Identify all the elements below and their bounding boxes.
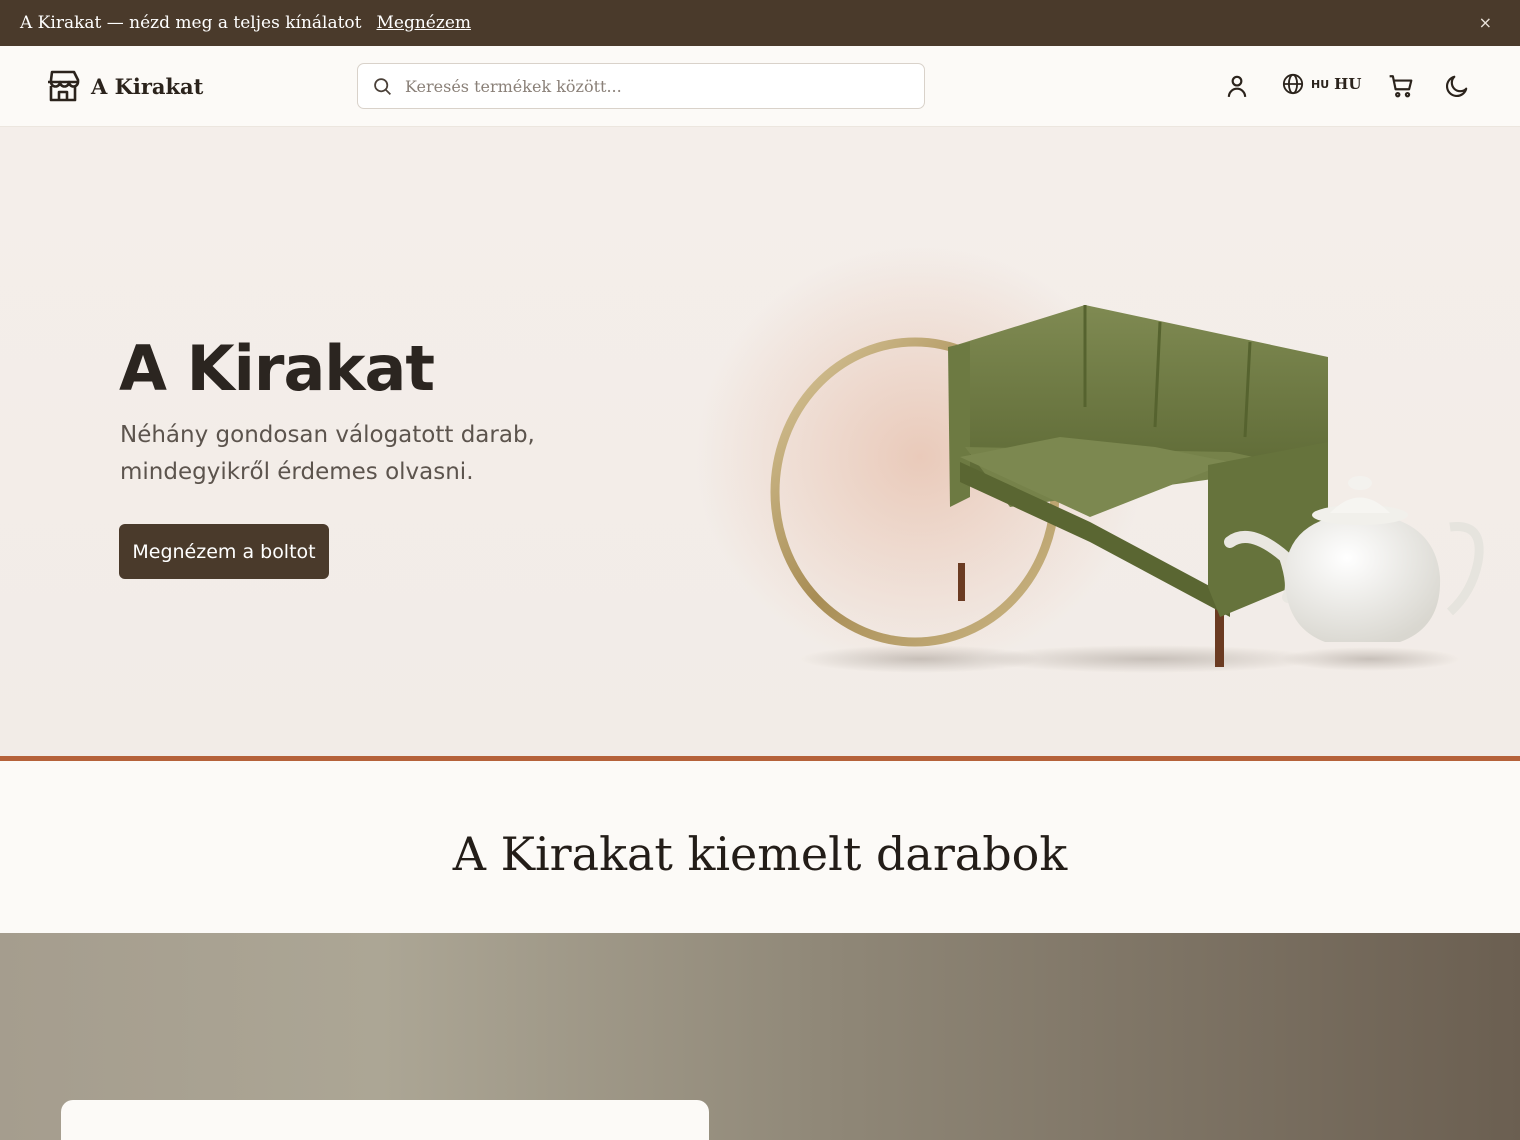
- site-header: A Kirakat HU HU: [0, 46, 1520, 127]
- language-selector[interactable]: HU HU: [1282, 73, 1361, 95]
- user-icon[interactable]: [1224, 73, 1250, 99]
- hero-divider: [0, 756, 1520, 761]
- featured-card[interactable]: [61, 1100, 709, 1140]
- hero-section: A Kirakat Néhány gondosan válogatott dar…: [0, 127, 1520, 756]
- search-icon: [374, 77, 391, 95]
- hero-subtitle: Néhány gondosan válogatott darab, mindeg…: [120, 422, 535, 485]
- announcement-message: A Kirakat — nézd meg a teljes kínálatot: [20, 13, 362, 33]
- moon-icon[interactable]: [1444, 73, 1470, 99]
- announcement-link[interactable]: Megnézem: [377, 13, 472, 33]
- search-input[interactable]: [405, 76, 905, 96]
- brand-logo[interactable]: A Kirakat: [45, 68, 203, 104]
- shop-button[interactable]: Megnézem a boltot: [119, 524, 329, 579]
- language-code: HU: [1334, 75, 1362, 93]
- language-code-small: HU: [1311, 77, 1330, 91]
- hero-title: A Kirakat: [119, 332, 435, 405]
- search-box[interactable]: [357, 63, 925, 109]
- globe-icon: [1282, 73, 1304, 95]
- close-icon[interactable]: ×: [1479, 13, 1492, 32]
- hero-product-image: [770, 305, 1484, 673]
- store-icon: [48, 70, 80, 102]
- featured-title: A Kirakat kiemelt darabok: [452, 827, 1068, 881]
- brand-name: A Kirakat: [91, 73, 204, 99]
- announcement-bar: A Kirakat — nézd meg a teljes kínálatot …: [0, 0, 1520, 46]
- cart-icon[interactable]: [1388, 73, 1414, 99]
- featured-banner: [0, 933, 1520, 1140]
